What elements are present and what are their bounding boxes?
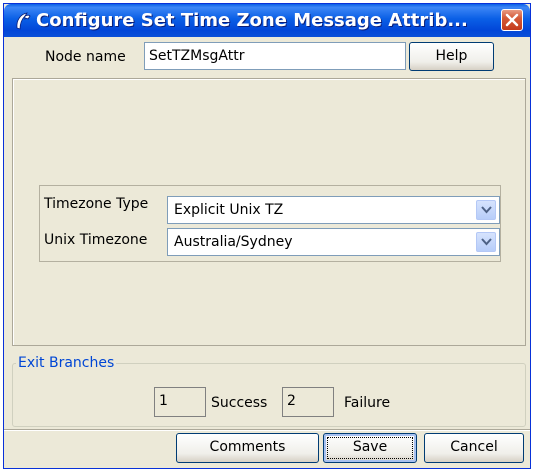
window-title: Configure Set Time Zone Message Attrib..…: [36, 10, 468, 31]
branch-label: Success: [211, 395, 268, 411]
help-button[interactable]: Help: [409, 42, 494, 71]
unix-timezone-label: Unix Timezone: [44, 232, 148, 248]
unix-timezone-value: Australia/Sydney: [174, 234, 293, 250]
chevron-down-icon[interactable]: [476, 200, 496, 220]
title-bar[interactable]: Configure Set Time Zone Message Attrib..…: [4, 4, 530, 37]
branch-label: Failure: [344, 395, 391, 411]
button-bar-divider: [4, 429, 530, 431]
dialog-window: Configure Set Time Zone Message Attrib..…: [3, 3, 531, 469]
save-button[interactable]: Save: [323, 433, 417, 463]
chevron-down-icon[interactable]: [476, 232, 496, 252]
phone-handset-icon: [13, 11, 33, 31]
close-icon: [505, 13, 519, 27]
branch-number: 2: [282, 387, 334, 417]
close-button[interactable]: [501, 9, 523, 31]
node-name-field[interactable]: SetTZMsgAttr: [144, 42, 406, 70]
node-name-label: Node name: [45, 49, 126, 65]
timezone-type-value: Explicit Unix TZ: [174, 202, 284, 218]
timezone-type-label: Timezone Type: [44, 196, 149, 212]
cancel-button[interactable]: Cancel: [424, 433, 524, 463]
exit-branches-legend: Exit Branches: [16, 354, 117, 372]
unix-timezone-dropdown[interactable]: Australia/Sydney: [167, 228, 500, 256]
branch-number: 1: [154, 387, 206, 417]
exit-branches-group: [12, 363, 526, 427]
timezone-type-dropdown[interactable]: Explicit Unix TZ: [167, 196, 500, 224]
comments-button[interactable]: Comments: [176, 433, 319, 463]
